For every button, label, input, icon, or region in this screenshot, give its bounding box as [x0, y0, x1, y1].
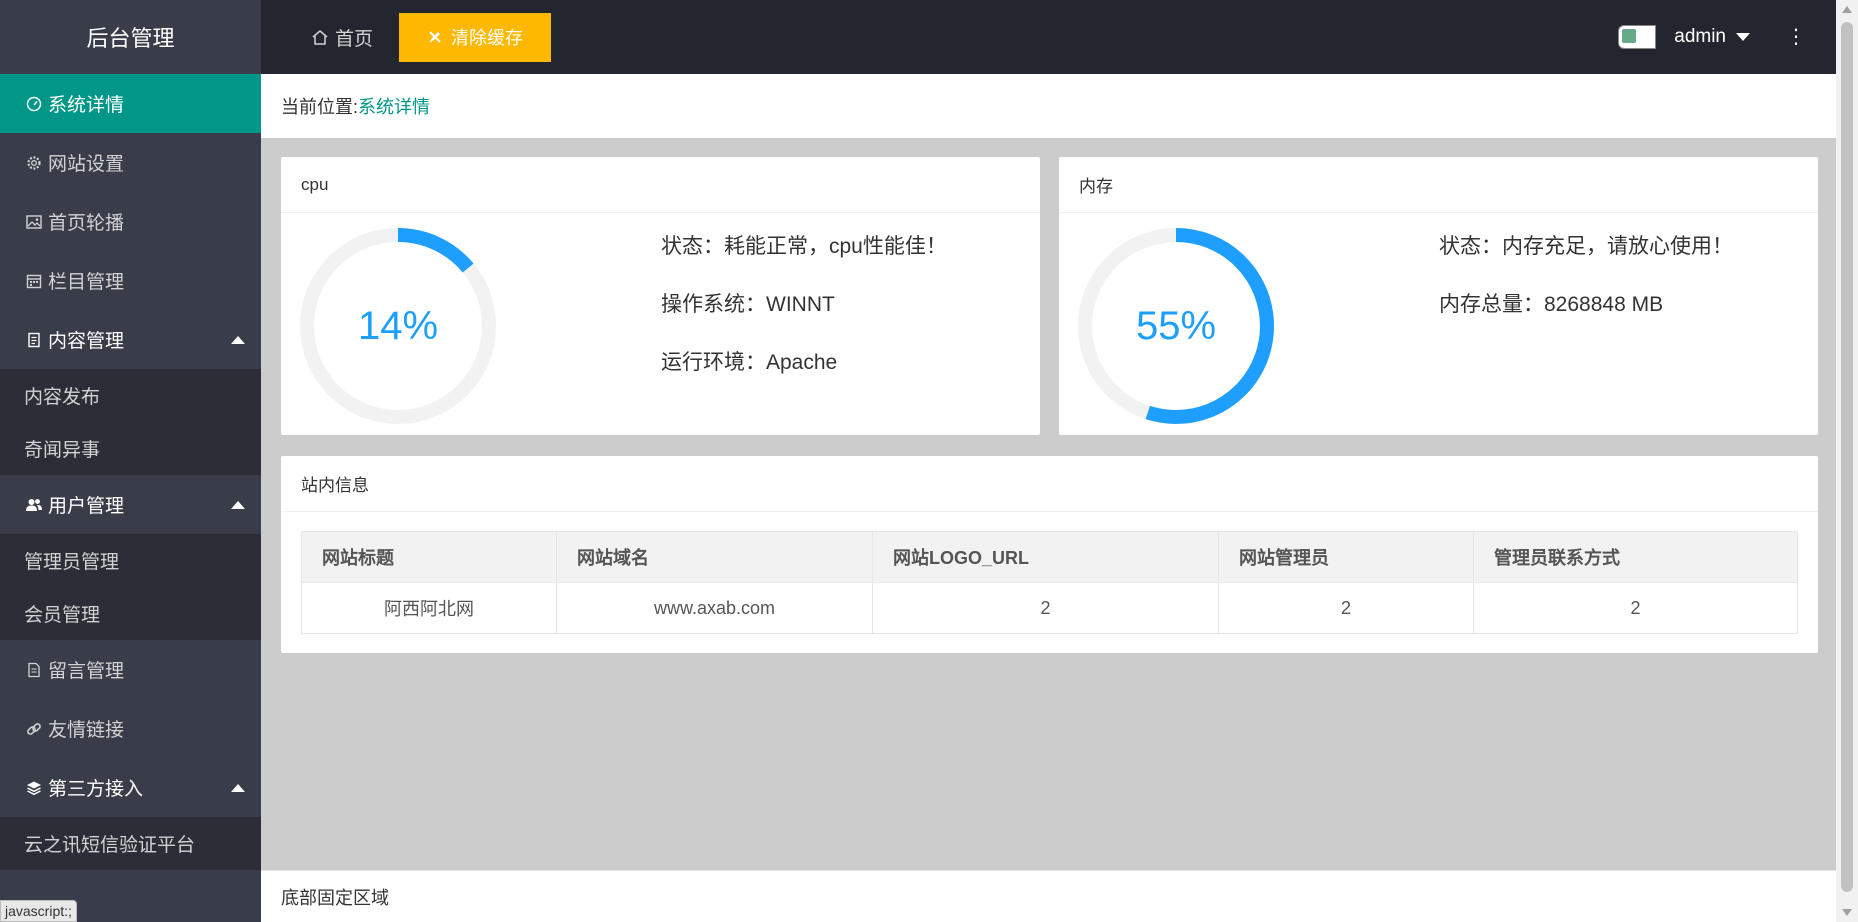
table-cell: 2: [872, 582, 1219, 634]
column-header: 网站域名: [556, 531, 873, 583]
caret-down-icon: [1736, 33, 1750, 41]
submenu-item-member-management[interactable]: 会员管理: [0, 587, 261, 640]
top-header: 首页 清除缓存 admin ⋮: [261, 0, 1836, 74]
sidebar-item-label: 第三方接入: [48, 779, 144, 800]
sidebar-item-friend-links[interactable]: 友情链接: [0, 699, 261, 758]
memory-card-title: 内存: [1059, 157, 1818, 213]
sidebar-logo: 后台管理: [0, 0, 261, 74]
sidebar-item-label: 留言管理: [48, 661, 125, 682]
sidebar-item-site-settings[interactable]: 网站设置: [0, 133, 261, 192]
memory-status: 状态：内存充足，请放心使用！: [1439, 235, 1733, 258]
submenu-item-oddities[interactable]: 奇闻异事: [0, 422, 261, 475]
table-cell: 阿西阿北网: [301, 582, 557, 634]
sidebar-item-home-carousel[interactable]: 首页轮播: [0, 192, 261, 251]
footer: 底部固定区域: [261, 870, 1836, 922]
layers-icon: [24, 778, 44, 798]
link-icon: [24, 719, 44, 739]
memory-info: 状态：内存充足，请放心使用！ 内存总量：8268848 MB: [1439, 227, 1733, 343]
sidebar-item-label: 内容管理: [48, 331, 125, 352]
caret-up-icon: [231, 335, 245, 344]
table-cell: www.axab.com: [556, 582, 873, 634]
users-icon: [24, 495, 44, 515]
site-info-title: 站内信息: [281, 456, 1818, 512]
column-header: 网站LOGO_URL: [872, 531, 1219, 583]
table-cell: 2: [1218, 582, 1474, 634]
sidebar-item-label: 系统详情: [48, 95, 125, 116]
site-info-card: 站内信息 网站标题 网站域名 网站LOGO_URL 网站管理员 管理员联系方式 …: [281, 456, 1818, 653]
column-header: 管理员联系方式: [1473, 531, 1798, 583]
breadcrumb-prefix: 当前位置:: [281, 97, 359, 117]
page-scrollbar[interactable]: [1836, 0, 1858, 922]
home-icon: [312, 29, 328, 45]
site-info-table: 网站标题 网站域名 网站LOGO_URL 网站管理员 管理员联系方式 阿西阿北网…: [301, 531, 1798, 634]
admin-app: 后台管理 系统详情 网站设置 首页轮播 栏目管理 内容管理 内容发布 奇闻异事 …: [0, 0, 1858, 922]
table-row: 阿西阿北网 www.axab.com 2 2 2: [301, 582, 1798, 634]
sidebar-item-label: 首页轮播: [48, 213, 125, 234]
avatar[interactable]: [1618, 25, 1657, 49]
caret-up-icon: [231, 500, 245, 509]
user-name: admin: [1674, 26, 1726, 47]
sidebar-item-content-management[interactable]: 内容管理: [0, 310, 261, 369]
header-right: admin ⋮: [1618, 25, 1836, 49]
sidebar-item-user-management[interactable]: 用户管理: [0, 475, 261, 534]
sidebar: 后台管理 系统详情 网站设置 首页轮播 栏目管理 内容管理 内容发布 奇闻异事 …: [0, 0, 261, 922]
sidebar-item-label: 友情链接: [48, 720, 125, 741]
submenu-users: 管理员管理 会员管理: [0, 534, 261, 640]
column-header: 网站管理员: [1218, 531, 1474, 583]
clear-cache-button[interactable]: 清除缓存: [399, 12, 552, 62]
sidebar-item-label: 用户管理: [48, 496, 125, 517]
cpu-percent: 14%: [357, 303, 439, 348]
document-icon: [24, 330, 44, 350]
more-menu-icon[interactable]: ⋮: [1786, 27, 1806, 47]
cpu-env: 运行环境：Apache: [661, 351, 838, 374]
calendar-icon: [24, 271, 44, 291]
gauge-icon: [24, 94, 44, 114]
user-menu[interactable]: admin: [1674, 26, 1750, 48]
home-link[interactable]: 首页: [311, 24, 373, 51]
table-header-row: 网站标题 网站域名 网站LOGO_URL 网站管理员 管理员联系方式: [301, 531, 1798, 583]
column-header: 网站标题: [301, 531, 557, 583]
submenu-item-sms-platform[interactable]: 云之讯短信验证平台: [0, 817, 261, 870]
scroll-up-icon[interactable]: [1842, 6, 1852, 13]
submenu-item-admin-management[interactable]: 管理员管理: [0, 534, 261, 587]
cpu-status: 状态：耗能正常，cpu性能佳！: [661, 235, 947, 258]
cpu-info: 状态：耗能正常，cpu性能佳！ 操作系统：WINNT 运行环境：Apache: [661, 227, 947, 401]
cpu-card: cpu 14% 状态：耗能正常，cpu性能佳！ 操作系统：WINNT 运行环境：…: [281, 157, 1040, 435]
caret-up-icon: [231, 783, 245, 792]
sidebar-item-system-details[interactable]: 系统详情: [0, 74, 261, 133]
submenu-content: 内容发布 奇闻异事: [0, 369, 261, 475]
sidebar-item-third-party[interactable]: 第三方接入: [0, 758, 261, 817]
sidebar-item-column-management[interactable]: 栏目管理: [0, 251, 261, 310]
submenu-third-party: 云之讯短信验证平台: [0, 817, 261, 870]
status-tooltip: javascript:;: [0, 900, 77, 922]
scrollbar-thumb[interactable]: [1841, 22, 1853, 892]
image-icon: [24, 212, 44, 232]
sidebar-item-label: 网站设置: [48, 154, 125, 175]
memory-total: 内存总量：8268848 MB: [1439, 293, 1664, 316]
clear-cache-label: 清除缓存: [451, 28, 524, 48]
cpu-os: 操作系统：WINNT: [661, 293, 835, 316]
sidebar-item-message-management[interactable]: 留言管理: [0, 640, 261, 699]
scroll-down-icon[interactable]: [1842, 909, 1852, 916]
home-label: 首页: [335, 28, 374, 50]
gear-icon: [24, 153, 44, 173]
sidebar-item-label: 栏目管理: [48, 272, 125, 293]
submenu-item-content-publish[interactable]: 内容发布: [0, 369, 261, 422]
memory-card: 内存 55% 状态：内存充足，请放心使用！ 内存总量：8268848 MB: [1059, 157, 1818, 435]
cpu-card-title: cpu: [281, 157, 1040, 213]
broom-icon: [429, 31, 441, 43]
breadcrumb-current[interactable]: 系统详情: [358, 93, 430, 119]
note-icon: [24, 660, 44, 680]
breadcrumb: 当前位置: 系统详情: [261, 74, 1836, 138]
table-cell: 2: [1473, 582, 1798, 634]
memory-percent: 55%: [1135, 303, 1217, 348]
